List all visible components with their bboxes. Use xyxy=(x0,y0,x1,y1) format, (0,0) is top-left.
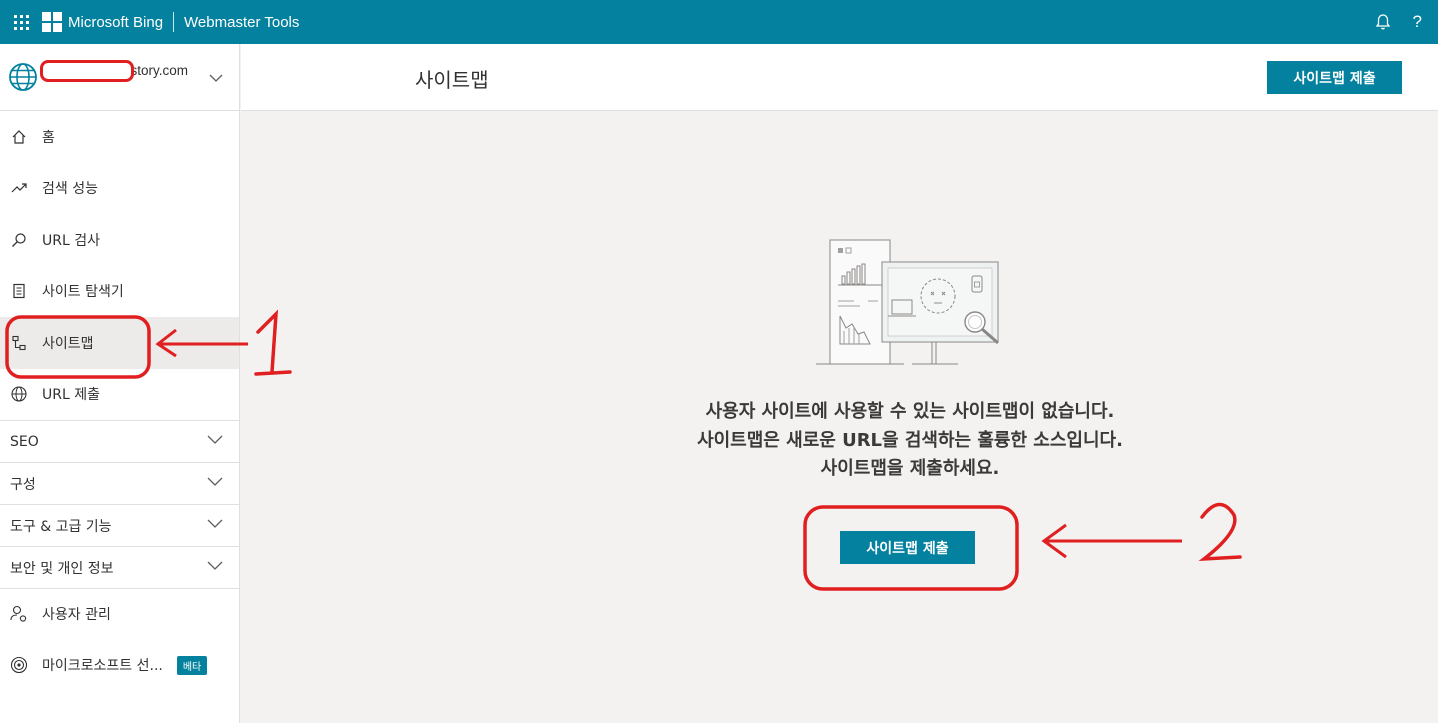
user-settings-icon xyxy=(10,605,28,623)
nav-item-label: URL 검사 xyxy=(42,232,100,249)
product-name: Webmaster Tools xyxy=(184,13,300,31)
empty-state-line: 사용자 사이트에 사용할 수 있는 사이트맵이 없습니다. xyxy=(705,401,1115,422)
nav-item-label: 사이트맵 xyxy=(42,335,94,352)
microsoft-logo-icon xyxy=(42,12,62,32)
brand-separator xyxy=(173,12,175,32)
nav-item-label: 홈 xyxy=(42,129,55,146)
page-title: 사이트맵 xyxy=(415,68,489,92)
nav-item-label: 마이크로소프트 선... xyxy=(42,658,163,675)
empty-state-illustration xyxy=(816,239,999,365)
globe-icon xyxy=(9,63,37,91)
trend-icon xyxy=(10,179,28,197)
nav-item-sitemap[interactable]: 사이트맵 xyxy=(0,317,239,369)
nav-item-label: URL 제출 xyxy=(42,387,100,404)
radar-icon xyxy=(10,656,28,674)
nav-group-security-privacy[interactable]: 보안 및 개인 정보 xyxy=(0,546,239,588)
nav-item-url-inspection[interactable]: URL 검사 xyxy=(0,214,239,266)
beta-badge: 베타 xyxy=(176,655,208,675)
brand-name: Microsoft Bing xyxy=(68,13,164,31)
nav-item-microsoft-clarity[interactable]: 마이크로소프트 선... 베타 xyxy=(0,640,239,692)
site-selector[interactable]: .tistory.com xyxy=(0,44,239,111)
chevron-down-icon xyxy=(207,561,223,570)
nav-group-label: 보안 및 개인 정보 xyxy=(10,560,114,577)
empty-state-submit-sitemap-button[interactable]: 사이트맵 제출 xyxy=(840,531,975,564)
document-icon xyxy=(10,282,28,300)
sitemap-icon xyxy=(10,334,28,352)
nav-group-configuration[interactable]: 구성 xyxy=(0,462,239,504)
nav-item-label: 검색 성능 xyxy=(42,181,98,198)
chevron-down-icon xyxy=(207,435,223,444)
nav-item-label: 사용자 관리 xyxy=(42,607,111,624)
nav-group-label: SEO xyxy=(10,433,39,450)
redaction-mark xyxy=(40,60,134,82)
empty-state-line: 사이트맵은 새로운 URL을 검색하는 훌륭한 소스입니다. xyxy=(697,429,1123,451)
bell-icon[interactable] xyxy=(1375,13,1391,31)
globe-icon xyxy=(10,385,28,403)
help-icon[interactable]: ? xyxy=(1413,12,1422,32)
chevron-down-icon xyxy=(207,519,223,528)
top-bar: Microsoft Bing Webmaster Tools ? xyxy=(0,0,1438,44)
nav-item-label: 사이트 탐색기 xyxy=(42,284,124,301)
chevron-down-icon xyxy=(209,74,223,82)
nav-item-site-explorer[interactable]: 사이트 탐색기 xyxy=(0,266,239,318)
nav-group-label: 도구 & 고급 기능 xyxy=(10,518,112,535)
page-header: 사이트맵 사이트맵 제출 xyxy=(241,44,1438,111)
home-icon xyxy=(10,128,28,146)
nav-group-seo[interactable]: SEO xyxy=(0,420,239,462)
nav-group-tools[interactable]: 도구 & 고급 기능 xyxy=(0,504,239,546)
app-launcher-button[interactable] xyxy=(4,5,38,39)
nav-item-user-management[interactable]: 사용자 관리 xyxy=(0,588,239,640)
submit-sitemap-button[interactable]: 사이트맵 제출 xyxy=(1267,61,1402,94)
search-icon xyxy=(10,231,28,249)
waffle-icon xyxy=(13,14,29,30)
nav-group-label: 구성 xyxy=(10,476,36,493)
chevron-down-icon xyxy=(207,477,223,486)
nav-item-search-performance[interactable]: 검색 성능 xyxy=(0,163,239,215)
sidebar: .tistory.com 홈 검색 성능 URL 검사 사이트 탐색기 사이트맵 xyxy=(0,44,240,723)
empty-state-message: 사용자 사이트에 사용할 수 있는 사이트맵이 없습니다. 사이트맵은 새로운 … xyxy=(600,398,1220,484)
empty-state-line: 사이트맵을 제출하세요. xyxy=(820,458,1000,479)
nav-item-url-submission[interactable]: URL 제출 xyxy=(0,369,239,421)
nav-item-home[interactable]: 홈 xyxy=(0,111,239,163)
